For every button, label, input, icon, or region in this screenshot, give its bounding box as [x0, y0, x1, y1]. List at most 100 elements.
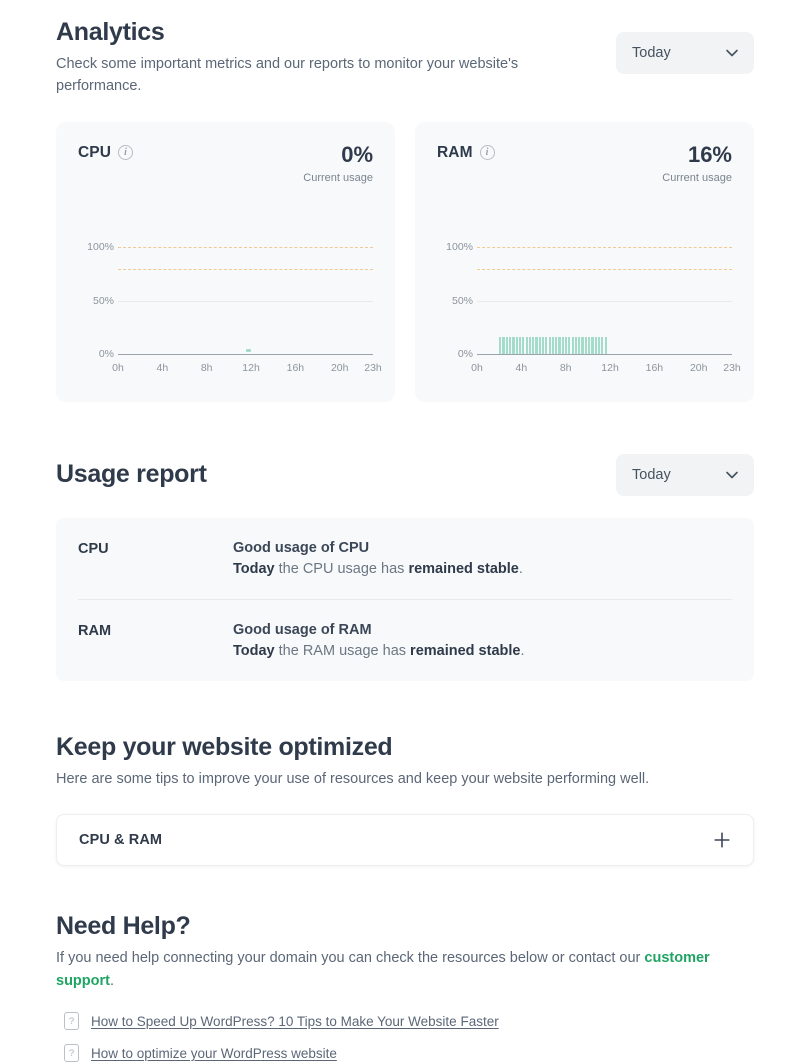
y-tick-label: 0% — [457, 347, 473, 360]
question-doc-icon: ? — [64, 1044, 79, 1062]
bar — [502, 336, 505, 354]
bar — [528, 336, 531, 354]
ram-metric-card: RAM i 16% Current usage 0% 50% 100% 0h 4h 8h… — [415, 121, 754, 402]
cpu-current-caption: Current usage — [303, 171, 373, 184]
bar — [591, 336, 594, 354]
x-tick-label: 12h — [601, 361, 619, 374]
usage-report-section: Usage report Today CPU Good usage of CPU… — [56, 453, 754, 681]
accordion-cpu-ram[interactable]: CPU & RAM — [56, 814, 754, 867]
chevron-down-icon — [726, 471, 738, 479]
bar — [574, 336, 578, 354]
ram-current-value: 16% — [687, 141, 732, 167]
accordion-label: CPU & RAM — [79, 832, 163, 849]
analytics-subtitle: Check some important metrics and our rep… — [56, 56, 519, 95]
cpu-plot-area: 0% 50% 100% — [87, 210, 373, 360]
data-point — [245, 348, 251, 352]
bar — [551, 336, 555, 354]
info-circle-icon[interactable]: i — [479, 145, 495, 161]
bar — [509, 336, 512, 354]
bar — [515, 336, 518, 354]
row-desc-cpu-lead: Today — [233, 560, 275, 577]
bar — [512, 336, 515, 354]
row-desc-ram: Today the RAM usage has remained stable. — [233, 643, 732, 659]
bar — [499, 336, 502, 354]
bar — [601, 336, 604, 354]
list-item: ? How to optimize your WordPress website — [56, 1044, 754, 1062]
need-help-section: Need Help? If you need help connecting y… — [56, 912, 754, 1062]
cpu-metric-card: CPU i 0% Current usage 0% 50% 100% 0h 4h 8h 1… — [56, 121, 395, 402]
ram-card-label: RAM — [437, 143, 473, 161]
plus-icon[interactable] — [713, 831, 731, 849]
x-tick-label: 12h — [242, 361, 260, 374]
x-tick-label: 8h — [200, 361, 213, 374]
need-help-text: If you need help connecting your domain … — [56, 947, 716, 992]
x-tick-label: 4h — [156, 361, 169, 374]
question-doc-icon: ? — [64, 1012, 79, 1031]
y-tick-label: 50% — [451, 294, 473, 307]
metric-cards: CPU i 0% Current usage 0% 50% 100% 0h 4h 8h 1… — [56, 121, 754, 402]
y-tick-label: 0% — [98, 347, 114, 360]
bar — [597, 336, 601, 354]
bar — [545, 336, 548, 354]
x-tick-label: 0h — [471, 361, 483, 374]
optimized-title: Keep your website optimized — [56, 732, 393, 761]
table-row: CPU Good usage of CPU Today the CPU usag… — [78, 518, 732, 599]
cpu-current-value: 0% — [341, 141, 373, 167]
analytics-page: Analytics Check some important metrics a… — [0, 0, 810, 1062]
help-links-list: ? How to Speed Up WordPress? 10 Tips to … — [56, 1012, 754, 1062]
row-desc-ram-tail: . — [520, 642, 525, 659]
usage-report-period-value: Today — [632, 466, 671, 483]
gridline-80 — [118, 268, 373, 270]
usage-report-title: Usage report — [56, 460, 207, 489]
bar — [558, 336, 561, 354]
y-tick-label: 100% — [87, 241, 114, 254]
bar — [532, 336, 535, 354]
x-tick-label: 23h — [364, 361, 382, 374]
gridline-0 — [118, 353, 373, 355]
cpu-card-title: CPU i — [78, 143, 134, 162]
bar — [555, 336, 558, 354]
x-tick-label: 20h — [689, 361, 708, 374]
gridline-0 — [477, 353, 732, 355]
x-tick-label: 16h — [286, 361, 305, 374]
bar — [535, 336, 538, 354]
ram-plot-area: 0% 50% 100% — [446, 210, 732, 360]
list-item: ? How to Speed Up WordPress? 10 Tips to … — [56, 1012, 754, 1031]
usage-report-header: Usage report Today — [56, 453, 754, 496]
help-link-1[interactable]: How to Speed Up WordPress? 10 Tips to Ma… — [91, 1014, 499, 1029]
y-tick-label: 100% — [446, 241, 473, 254]
info-circle-icon[interactable]: i — [118, 145, 134, 161]
row-desc-ram-strong: remained stable — [410, 642, 521, 659]
bar — [541, 336, 545, 354]
row-title-ram: Good usage of RAM — [233, 621, 372, 638]
gridline-100 — [118, 247, 373, 249]
optimized-section: Keep your website optimized Here are som… — [56, 732, 754, 867]
bar — [538, 336, 541, 354]
bar — [604, 336, 607, 354]
ram-chart: 0% 50% 100% 0h 4h 8h 12h 16h 20h 23h — [437, 210, 741, 380]
table-row: RAM Good usage of RAM Today the RAM usag… — [78, 598, 732, 681]
page-title: Analytics — [56, 18, 165, 46]
ram-card-title: RAM i — [437, 144, 495, 162]
chevron-down-icon — [726, 49, 738, 57]
x-tick-label: 16h — [645, 361, 664, 374]
x-tick-label: 23h — [723, 361, 741, 374]
analytics-period-dropdown[interactable]: Today — [616, 32, 754, 74]
bar — [505, 336, 508, 354]
bar — [584, 336, 587, 354]
cpu-card-label: CPU — [78, 143, 112, 161]
cpu-chart: 0% 50% 100% 0h 4h 8h 12h 16h 20h 23h — [78, 210, 382, 380]
row-desc-ram-lead: Today — [233, 642, 275, 659]
x-tick-label: 4h — [515, 361, 528, 374]
need-help-text-lead: If you need help connecting your domain … — [56, 950, 645, 967]
help-link-2[interactable]: How to optimize your WordPress website — [91, 1046, 337, 1061]
need-help-title: Need Help? — [56, 912, 191, 941]
analytics-header: Analytics Check some important metrics a… — [56, 18, 754, 98]
bar — [578, 336, 581, 354]
bar-series — [477, 210, 732, 354]
cpu-x-axis-labels: 0h 4h 8h 12h 16h 20h 23h — [112, 358, 382, 380]
ram-current-caption: Current usage — [662, 171, 732, 184]
bar — [594, 336, 597, 354]
usage-report-period-dropdown[interactable]: Today — [616, 453, 754, 496]
bar — [561, 336, 564, 354]
